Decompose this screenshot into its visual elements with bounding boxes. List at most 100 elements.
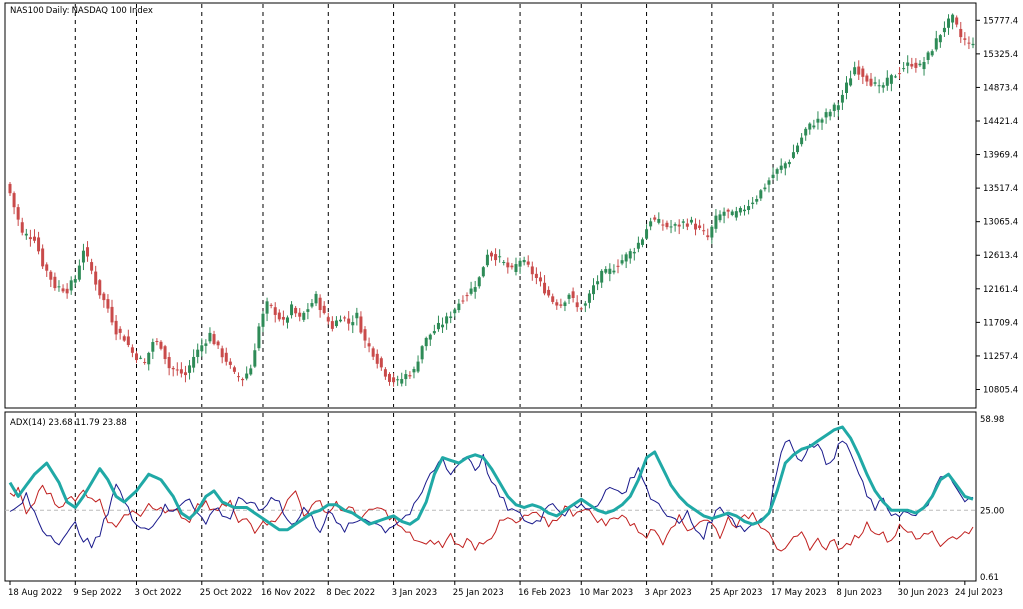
candle-bull bbox=[518, 260, 522, 267]
candle-bull bbox=[755, 198, 759, 202]
candle-bear bbox=[102, 293, 106, 301]
candle-bull bbox=[481, 267, 485, 277]
candle-bull bbox=[351, 322, 355, 326]
candle-bear bbox=[571, 291, 575, 299]
candle-bull bbox=[742, 209, 746, 212]
candle-bull bbox=[188, 365, 192, 373]
indicator-pane[interactable] bbox=[4, 411, 977, 582]
date-label: 16 Feb 2023 bbox=[518, 588, 571, 598]
price-label: 15325.4 bbox=[983, 50, 1018, 60]
candle-bear bbox=[322, 305, 326, 314]
candle-bear bbox=[726, 209, 730, 212]
candle-bear bbox=[8, 183, 12, 194]
candle-bear bbox=[130, 347, 134, 353]
date-label: 16 Nov 2022 bbox=[261, 588, 315, 598]
candle-bear bbox=[171, 367, 175, 370]
candle-bull bbox=[828, 111, 832, 117]
candle-bull bbox=[77, 265, 81, 280]
candle-bear bbox=[159, 341, 163, 349]
candle-bull bbox=[57, 286, 61, 288]
candle-bear bbox=[857, 66, 861, 75]
candle-bull bbox=[657, 218, 661, 223]
candle-bull bbox=[449, 316, 453, 319]
candle-bull bbox=[796, 145, 800, 153]
candle-bear bbox=[861, 68, 865, 77]
candle-bull bbox=[69, 280, 73, 291]
candle-bull bbox=[832, 104, 836, 111]
date-label: 18 Aug 2022 bbox=[8, 588, 62, 598]
candle-bull bbox=[877, 85, 881, 87]
indicator-label: ADX(14) 23.68 11.79 23.88 bbox=[10, 418, 127, 428]
price-label: 14873.4 bbox=[983, 83, 1018, 93]
trading-chart[interactable]: NAS100 Daily: NASDAQ 100 Index 15777.4 1532… bbox=[0, 0, 1023, 609]
candle-bear bbox=[228, 361, 232, 365]
candle-bull bbox=[73, 279, 77, 283]
candle-bull bbox=[820, 119, 824, 123]
timeframe-label: Daily: bbox=[46, 6, 70, 16]
date-label: 24 Jul 2023 bbox=[955, 588, 1003, 598]
candle-bear bbox=[575, 302, 579, 308]
candle-bear bbox=[28, 237, 32, 240]
candle-bull bbox=[469, 288, 473, 294]
candle-bull bbox=[265, 301, 269, 314]
candle-bear bbox=[45, 264, 49, 271]
candle-bear bbox=[530, 266, 534, 275]
indicator-scale-top: 58.98 bbox=[980, 415, 1004, 425]
candle-bull bbox=[902, 68, 906, 70]
price-label: 11257.4 bbox=[983, 352, 1018, 362]
candle-bull bbox=[563, 302, 567, 307]
candle-bull bbox=[432, 331, 436, 334]
candle-bull bbox=[816, 118, 820, 123]
candle-bull bbox=[971, 43, 975, 46]
candle-bull bbox=[420, 346, 424, 360]
candle-bear bbox=[118, 328, 122, 333]
candle-bear bbox=[963, 38, 967, 40]
candle-bull bbox=[747, 206, 751, 210]
candle-bull bbox=[951, 14, 955, 23]
candle-bull bbox=[436, 322, 440, 330]
candle-bull bbox=[759, 190, 763, 199]
candle-bear bbox=[490, 252, 493, 257]
candle-bull bbox=[139, 357, 143, 359]
candle-bear bbox=[37, 237, 41, 252]
price-label: 12613.4 bbox=[983, 251, 1018, 261]
candle-bull bbox=[775, 169, 779, 174]
candle-bull bbox=[779, 165, 783, 170]
candle-bull bbox=[824, 112, 828, 118]
candle-bear bbox=[551, 296, 555, 302]
candle-bear bbox=[869, 78, 873, 86]
candle-bear bbox=[543, 282, 547, 294]
candle-bull bbox=[200, 345, 204, 352]
candle-bull bbox=[477, 277, 481, 287]
candle-bull bbox=[400, 379, 404, 384]
candle-bull bbox=[567, 294, 571, 299]
candle-bull bbox=[412, 369, 416, 373]
candle-bull bbox=[767, 180, 771, 185]
candle-bull bbox=[498, 256, 502, 258]
date-label: 25 Jan 2023 bbox=[453, 588, 504, 598]
candle-bear bbox=[363, 329, 367, 341]
candle-bull bbox=[253, 350, 257, 367]
candle-bear bbox=[114, 320, 118, 335]
candle-bull bbox=[889, 75, 893, 84]
candle-bull bbox=[783, 163, 787, 169]
date-label: 17 May 2023 bbox=[771, 588, 826, 598]
candle-bear bbox=[359, 316, 363, 333]
candle-bear bbox=[94, 271, 98, 285]
candle-bear bbox=[375, 353, 379, 364]
candle-bear bbox=[224, 352, 228, 362]
candle-bull bbox=[873, 82, 877, 84]
candle-bull bbox=[922, 61, 926, 70]
candle-bull bbox=[804, 128, 808, 136]
candle-bull bbox=[771, 174, 775, 178]
price-pane[interactable] bbox=[4, 2, 977, 409]
candle-bull bbox=[592, 285, 596, 295]
candle-bull bbox=[81, 250, 85, 263]
candle-bull bbox=[673, 224, 677, 226]
candle-bull bbox=[881, 85, 885, 88]
candle-bull bbox=[763, 187, 767, 190]
candle-bull bbox=[441, 324, 445, 328]
price-label: 13065.4 bbox=[983, 218, 1018, 228]
candle-bull bbox=[669, 226, 673, 228]
candle-bear bbox=[237, 376, 241, 378]
